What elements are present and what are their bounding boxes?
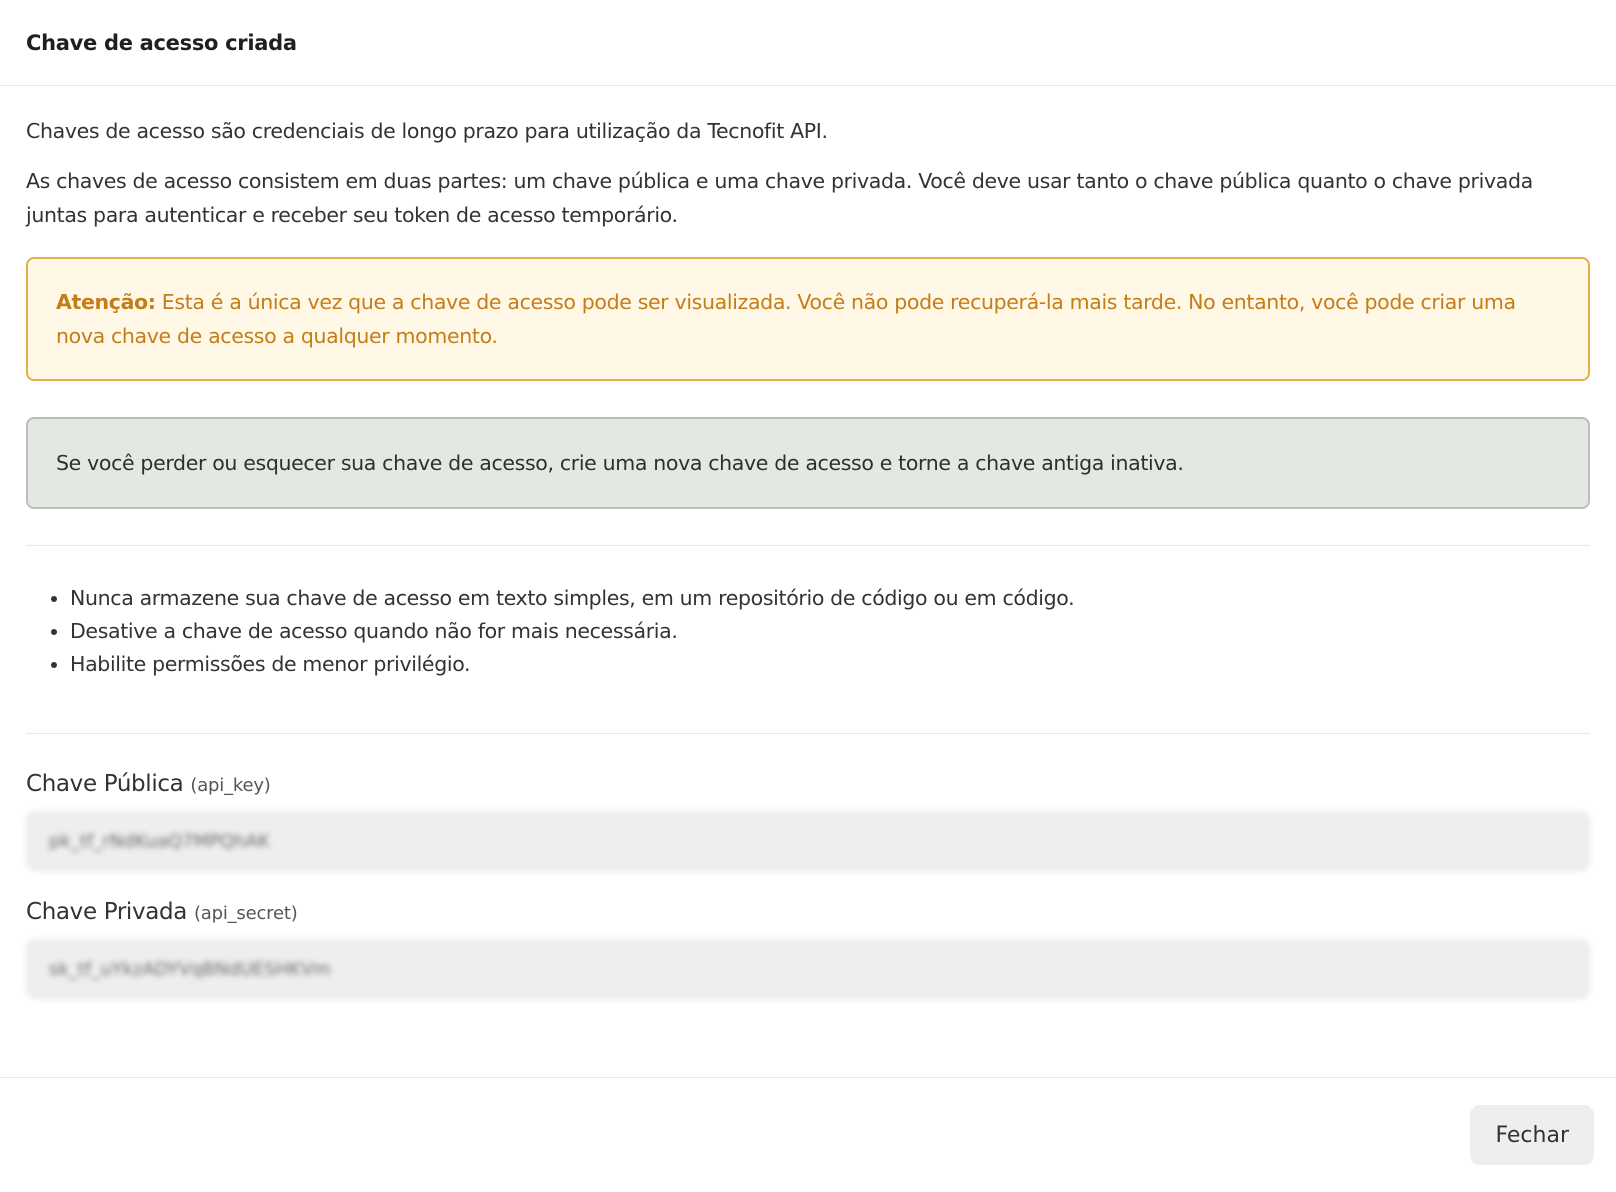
modal-footer: Fechar bbox=[0, 1077, 1616, 1192]
list-item: Desative a chave de acesso quando não fo… bbox=[70, 615, 1590, 648]
info-text: Se você perder ou esquecer sua chave de … bbox=[56, 451, 1184, 475]
info-alert: Se você perder ou esquecer sua chave de … bbox=[26, 417, 1590, 509]
intro-paragraph-2: As chaves de acesso consistem em duas pa… bbox=[26, 169, 1533, 227]
access-key-modal: Chave de acesso criada Chaves de acesso … bbox=[0, 0, 1616, 1192]
close-button[interactable]: Fechar bbox=[1470, 1105, 1594, 1165]
divider bbox=[26, 733, 1590, 734]
public-key-label-text: Chave Pública bbox=[26, 771, 184, 797]
security-tips-list: Nunca armazene sua chave de acesso em te… bbox=[26, 582, 1590, 681]
warning-text: Esta é a única vez que a chave de acesso… bbox=[56, 290, 1516, 348]
list-item: Habilite permissões de menor privilégio. bbox=[70, 648, 1590, 681]
private-key-input[interactable] bbox=[26, 939, 1590, 999]
public-key-field-wrap bbox=[26, 811, 1590, 871]
public-key-hint: (api_key) bbox=[190, 775, 271, 796]
private-key-field-wrap bbox=[26, 939, 1590, 999]
private-key-hint: (api_secret) bbox=[193, 903, 298, 924]
private-key-label-text: Chave Privada bbox=[26, 899, 187, 925]
private-key-label: Chave Privada (api_secret) bbox=[26, 899, 1590, 925]
warning-alert: Atenção: Esta é a única vez que a chave … bbox=[26, 257, 1590, 381]
public-key-label: Chave Pública (api_key) bbox=[26, 771, 1590, 797]
public-key-input[interactable] bbox=[26, 811, 1590, 871]
modal-title: Chave de acesso criada bbox=[26, 30, 297, 55]
modal-header: Chave de acesso criada bbox=[0, 0, 1616, 86]
modal-body: Chaves de acesso são credenciais de long… bbox=[0, 86, 1616, 999]
intro-paragraph-1: Chaves de acesso são credenciais de long… bbox=[26, 119, 828, 143]
warning-label: Atenção: bbox=[56, 290, 156, 314]
list-item: Nunca armazene sua chave de acesso em te… bbox=[70, 582, 1590, 615]
divider bbox=[26, 545, 1590, 546]
